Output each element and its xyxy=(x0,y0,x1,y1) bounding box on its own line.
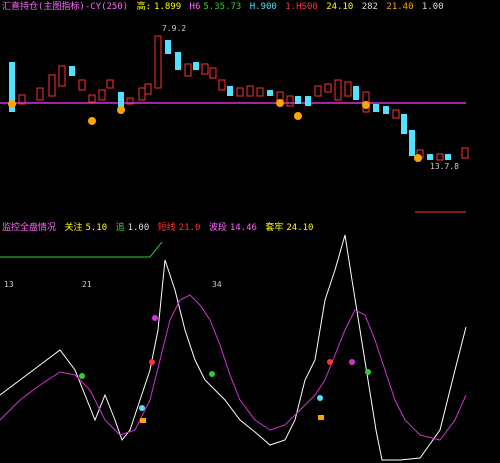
candle-body xyxy=(193,62,199,70)
candle-body xyxy=(48,74,56,97)
candle-body xyxy=(88,94,96,103)
signal-box-1 xyxy=(140,418,146,423)
chart-canvas[interactable] xyxy=(0,0,500,463)
signal-marker xyxy=(276,99,284,107)
candle-body xyxy=(69,66,75,76)
candle-body xyxy=(295,96,301,104)
magenta-indicator-line xyxy=(0,294,467,441)
candle-body xyxy=(286,95,294,107)
candle-body xyxy=(98,89,106,101)
candle-body xyxy=(78,79,86,91)
candle-body xyxy=(154,35,162,89)
signal-dot-6 xyxy=(317,395,323,401)
candle-body xyxy=(334,79,342,101)
green-line xyxy=(0,241,163,258)
signal-dot-9 xyxy=(365,369,371,375)
marker-group xyxy=(8,99,422,162)
candle-body xyxy=(144,83,152,95)
candle-body xyxy=(165,40,171,54)
candle-body xyxy=(201,63,209,75)
candle-body xyxy=(409,130,415,156)
signal-dot-8 xyxy=(349,359,355,365)
candle-body xyxy=(184,63,192,77)
signal-marker xyxy=(362,101,370,109)
right-box-marker xyxy=(461,147,469,159)
candle-body xyxy=(314,85,322,97)
white-indicator-line xyxy=(0,234,467,461)
candle-body xyxy=(373,104,379,112)
signal-dot-2 xyxy=(149,359,155,365)
candle-body xyxy=(436,153,444,161)
candle-body xyxy=(344,81,352,97)
indicator-marker-group xyxy=(79,315,371,423)
candle-body xyxy=(353,86,359,100)
candle-body xyxy=(138,87,146,101)
candle-group xyxy=(9,35,451,161)
candle-body xyxy=(392,109,400,119)
signal-dot-7 xyxy=(327,359,333,365)
candle-body xyxy=(36,87,44,101)
candle-body xyxy=(401,114,407,134)
signal-marker xyxy=(8,100,16,108)
signal-dot-4 xyxy=(209,371,215,377)
candle-body xyxy=(118,92,124,108)
signal-dot-3 xyxy=(152,315,158,321)
signal-box-2 xyxy=(318,415,324,420)
candle-body xyxy=(218,79,226,91)
signal-dot-1 xyxy=(79,373,85,379)
candle-body xyxy=(58,65,66,87)
candle-body xyxy=(175,52,181,70)
candle-body xyxy=(256,87,264,97)
candle-body xyxy=(106,79,114,89)
signal-marker xyxy=(294,112,302,120)
candle-body xyxy=(227,86,233,96)
candle-body xyxy=(236,87,244,97)
candle-body xyxy=(445,154,451,160)
signal-marker xyxy=(117,106,125,114)
candle-body xyxy=(246,85,254,97)
candle-body xyxy=(427,154,433,160)
candle-body xyxy=(383,106,389,114)
signal-marker xyxy=(414,154,422,162)
candle-body xyxy=(324,83,332,93)
signal-dot-5 xyxy=(139,405,145,411)
signal-marker xyxy=(88,117,96,125)
candle-body xyxy=(305,96,311,106)
candle-body xyxy=(267,90,273,96)
candle-body xyxy=(209,67,217,79)
